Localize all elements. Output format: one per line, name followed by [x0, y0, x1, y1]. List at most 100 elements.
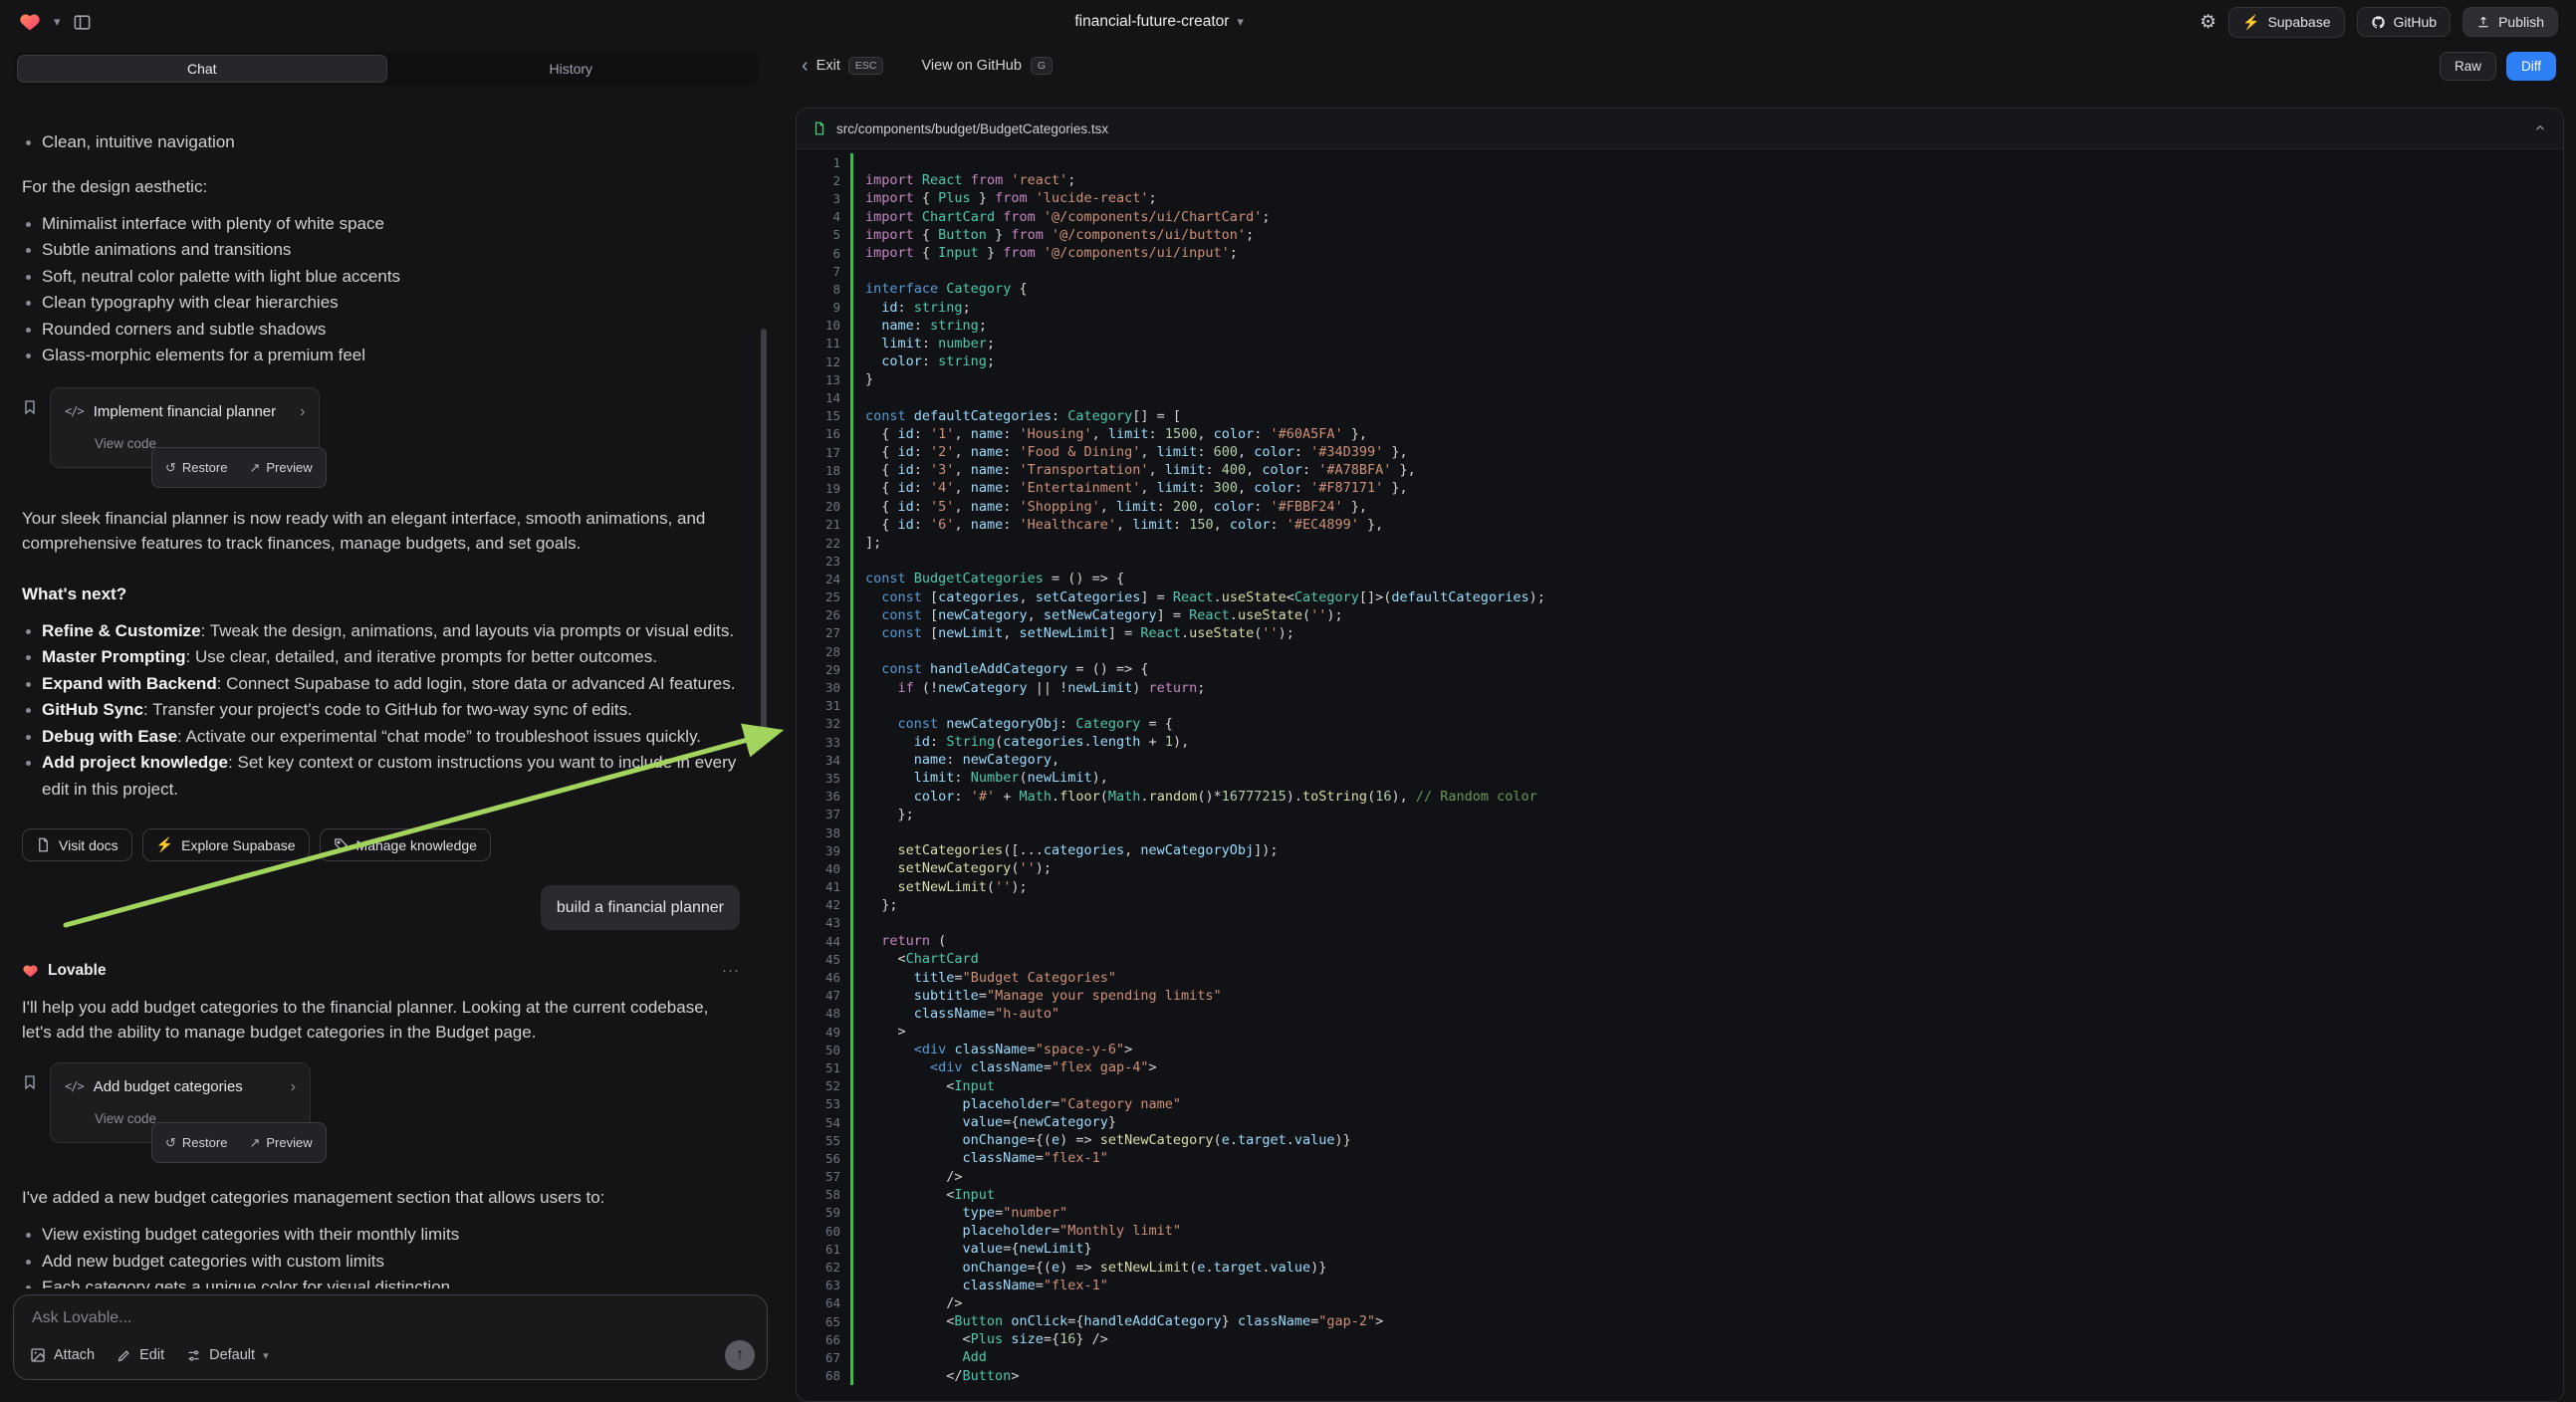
- code-line[interactable]: 10 name: string;: [797, 317, 2563, 335]
- code-editor[interactable]: 12import React from 'react';3import { Pl…: [797, 148, 2563, 1401]
- code-line[interactable]: 2import React from 'react';: [797, 171, 2563, 189]
- logo-dropdown-caret-icon[interactable]: ▾: [54, 14, 61, 30]
- code-line[interactable]: 3import { Plus } from 'lucide-react';: [797, 189, 2563, 207]
- code-line[interactable]: 39 setCategories([...categories, newCate…: [797, 841, 2563, 859]
- code-line[interactable]: 28: [797, 642, 2563, 660]
- settings-gear-icon[interactable]: ⚙: [2200, 11, 2217, 34]
- code-line[interactable]: 65 <Button onClick={handleAddCategory} c…: [797, 1312, 2563, 1330]
- code-line[interactable]: 11 limit: number;: [797, 335, 2563, 352]
- tab-history[interactable]: History: [387, 55, 756, 83]
- edit-mode-button[interactable]: Edit: [117, 1347, 164, 1363]
- code-line[interactable]: 12 color: string;: [797, 352, 2563, 370]
- code-line[interactable]: 60 placeholder="Monthly limit": [797, 1222, 2563, 1240]
- code-line[interactable]: 53 placeholder="Category name": [797, 1095, 2563, 1113]
- view-on-github-button[interactable]: View on GitHub G: [921, 57, 1053, 75]
- preview-button[interactable]: ↗ Preview: [239, 451, 322, 484]
- message-menu-icon[interactable]: ···: [722, 958, 740, 983]
- chat-scrollbar-thumb[interactable]: [761, 329, 767, 742]
- code-line[interactable]: 6import { Input } from '@/components/ui/…: [797, 244, 2563, 262]
- code-line[interactable]: 20 { id: '5', name: 'Shopping', limit: 2…: [797, 498, 2563, 516]
- code-line[interactable]: 22];: [797, 534, 2563, 552]
- diff-toggle-button[interactable]: Diff: [2506, 52, 2556, 81]
- visit-docs-button[interactable]: Visit docs: [22, 828, 132, 861]
- code-line[interactable]: 1: [797, 153, 2563, 171]
- code-line[interactable]: 63 className="flex-1": [797, 1277, 2563, 1294]
- code-line[interactable]: 37 };: [797, 806, 2563, 823]
- bookmark-icon[interactable]: [22, 1074, 38, 1143]
- chat-input[interactable]: [30, 1308, 540, 1328]
- code-line[interactable]: 8interface Category {: [797, 280, 2563, 298]
- toggle-sidebar-icon[interactable]: [73, 13, 92, 32]
- project-switcher[interactable]: financial-future-creator ▾: [1074, 13, 1244, 31]
- code-line[interactable]: 36 color: '#' + Math.floor(Math.random()…: [797, 788, 2563, 806]
- code-line[interactable]: 50 <div className="space-y-6">: [797, 1041, 2563, 1058]
- bookmark-icon[interactable]: [22, 399, 38, 468]
- mode-selector-default[interactable]: Default ▾: [186, 1347, 268, 1363]
- code-line[interactable]: 7: [797, 262, 2563, 280]
- code-line[interactable]: 52 <Input: [797, 1077, 2563, 1095]
- file-header[interactable]: src/components/budget/BudgetCategories.t…: [797, 109, 2563, 149]
- code-line[interactable]: 26 const [newCategory, setNewCategory] =…: [797, 606, 2563, 624]
- tab-chat[interactable]: Chat: [17, 55, 387, 83]
- code-line[interactable]: 40 setNewCategory('');: [797, 859, 2563, 877]
- code-line[interactable]: 54 value={newCategory}: [797, 1113, 2563, 1131]
- exit-button[interactable]: ‹ Exit ESC: [802, 56, 883, 76]
- code-line[interactable]: 19 { id: '4', name: 'Entertainment', lim…: [797, 479, 2563, 497]
- code-line[interactable]: 46 title="Budget Categories": [797, 968, 2563, 986]
- code-line[interactable]: 48 className="h-auto": [797, 1005, 2563, 1023]
- code-line[interactable]: 16 { id: '1', name: 'Housing', limit: 15…: [797, 425, 2563, 443]
- code-line[interactable]: 58 <Input: [797, 1186, 2563, 1204]
- code-line[interactable]: 30 if (!newCategory || !newLimit) return…: [797, 678, 2563, 696]
- code-line[interactable]: 44 return (: [797, 932, 2563, 950]
- lovable-logo-heart-icon[interactable]: [18, 11, 42, 33]
- code-line[interactable]: 61 value={newLimit}: [797, 1240, 2563, 1258]
- code-line[interactable]: 33 id: String(categories.length + 1),: [797, 733, 2563, 751]
- code-line[interactable]: 68 </Button>: [797, 1367, 2563, 1385]
- code-line[interactable]: 31: [797, 697, 2563, 715]
- code-line[interactable]: 9 id: string;: [797, 299, 2563, 317]
- code-line[interactable]: 13}: [797, 370, 2563, 388]
- restore-button[interactable]: ↺ Restore: [155, 1126, 237, 1159]
- code-line[interactable]: 67 Add: [797, 1348, 2563, 1366]
- code-line[interactable]: 51 <div className="flex gap-4">: [797, 1058, 2563, 1076]
- explore-supabase-button[interactable]: ⚡ Explore Supabase: [142, 828, 310, 861]
- manage-knowledge-button[interactable]: Manage knowledge: [320, 828, 491, 861]
- restore-button[interactable]: ↺ Restore: [155, 451, 237, 484]
- code-line[interactable]: 4import ChartCard from '@/components/ui/…: [797, 208, 2563, 226]
- code-line[interactable]: 14: [797, 388, 2563, 406]
- code-line[interactable]: 25 const [categories, setCategories] = R…: [797, 588, 2563, 606]
- code-line[interactable]: 41 setNewLimit('');: [797, 878, 2563, 896]
- supabase-button[interactable]: ⚡ Supabase: [2228, 7, 2345, 38]
- code-line[interactable]: 38: [797, 823, 2563, 841]
- attach-button[interactable]: Attach: [30, 1347, 95, 1363]
- code-line[interactable]: 35 limit: Number(newLimit),: [797, 769, 2563, 787]
- code-line[interactable]: 27 const [newLimit, setNewLimit] = React…: [797, 624, 2563, 642]
- code-line[interactable]: 18 { id: '3', name: 'Transportation', li…: [797, 461, 2563, 479]
- code-line[interactable]: 66 <Plus size={16} />: [797, 1330, 2563, 1348]
- code-line[interactable]: 47 subtitle="Manage your spending limits…: [797, 987, 2563, 1005]
- code-line[interactable]: 5import { Button } from '@/components/ui…: [797, 226, 2563, 244]
- publish-button[interactable]: Publish: [2462, 7, 2558, 37]
- raw-toggle-button[interactable]: Raw: [2440, 52, 2496, 81]
- chat-message-list[interactable]: Clean, intuitive navigation For the desi…: [0, 123, 772, 1288]
- code-line[interactable]: 59 type="number": [797, 1204, 2563, 1222]
- code-line[interactable]: 62 onChange={(e) => setNewLimit(e.target…: [797, 1258, 2563, 1276]
- collapse-chevron-icon[interactable]: [2533, 121, 2547, 135]
- code-line[interactable]: 34 name: newCategory,: [797, 751, 2563, 769]
- code-line[interactable]: 15const defaultCategories: Category[] = …: [797, 407, 2563, 425]
- code-line[interactable]: 17 { id: '2', name: 'Food & Dining', lim…: [797, 443, 2563, 461]
- code-line[interactable]: 24const BudgetCategories = () => {: [797, 570, 2563, 587]
- code-line[interactable]: 56 className="flex-1": [797, 1149, 2563, 1167]
- code-line[interactable]: 42 };: [797, 896, 2563, 914]
- code-line[interactable]: 57 />: [797, 1168, 2563, 1186]
- code-line[interactable]: 64 />: [797, 1294, 2563, 1312]
- code-line[interactable]: 21 { id: '6', name: 'Healthcare', limit:…: [797, 516, 2563, 534]
- code-line[interactable]: 23: [797, 552, 2563, 570]
- github-button[interactable]: GitHub: [2357, 7, 2452, 37]
- code-line[interactable]: 29 const handleAddCategory = () => {: [797, 660, 2563, 678]
- code-line[interactable]: 55 onChange={(e) => setNewCategory(e.tar…: [797, 1131, 2563, 1149]
- code-line[interactable]: 32 const newCategoryObj: Category = {: [797, 715, 2563, 733]
- code-line[interactable]: 43: [797, 914, 2563, 932]
- code-line[interactable]: 49 >: [797, 1023, 2563, 1041]
- send-button[interactable]: ↑: [725, 1340, 755, 1370]
